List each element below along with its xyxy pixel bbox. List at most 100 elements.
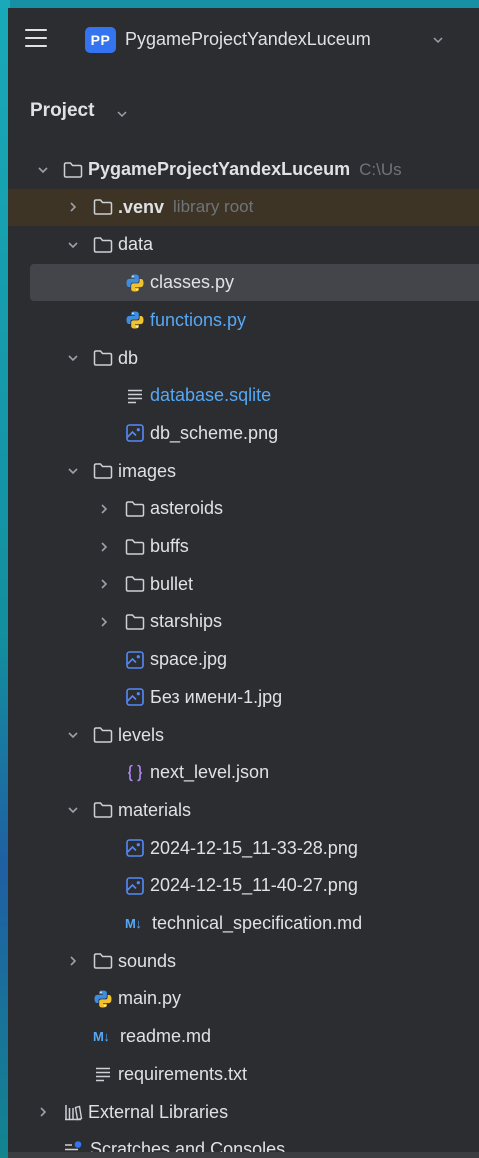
tree-item-label: readme.md bbox=[120, 1026, 212, 1047]
chevron-down-icon[interactable] bbox=[67, 340, 79, 377]
tree-item-content: asteroids bbox=[125, 490, 223, 527]
markdown-file-icon: M↓ bbox=[125, 916, 142, 931]
project-badge[interactable]: PP bbox=[85, 27, 116, 53]
tree-item-content: 2024-12-15_11-40-27.png bbox=[125, 867, 358, 904]
horizontal-scrollbar[interactable] bbox=[8, 1152, 479, 1158]
folder-icon bbox=[125, 538, 145, 556]
tree-item-label: levels bbox=[118, 724, 165, 745]
chevron-right-icon[interactable] bbox=[98, 566, 110, 603]
tree-item-content: classes.py bbox=[125, 264, 234, 301]
tree-row-database-sqlite[interactable]: database.sqlite bbox=[8, 377, 479, 414]
tree-item-content: sounds bbox=[93, 943, 176, 980]
tree-row-space-jpg[interactable]: space.jpg bbox=[8, 641, 479, 678]
tree-item-content: M↓ technical_specification.md bbox=[125, 905, 362, 942]
image-file-icon bbox=[125, 838, 145, 858]
tree-row-materials[interactable]: materials bbox=[8, 792, 479, 829]
tree-item-label: classes.py bbox=[150, 272, 235, 293]
folder-icon bbox=[93, 349, 113, 367]
tree-row-main-py[interactable]: main.py bbox=[8, 980, 479, 1017]
image-file-icon bbox=[125, 423, 145, 443]
tree-row-pygameprojectyandexluceum[interactable]: PygameProjectYandexLuceum C:\Us bbox=[8, 151, 479, 188]
tree-row-functions-py[interactable]: functions.py bbox=[8, 302, 479, 339]
tree-row-db-scheme-png[interactable]: db_scheme.png bbox=[8, 415, 479, 452]
tree-row-bullet[interactable]: bullet bbox=[8, 566, 479, 603]
chevron-down-icon[interactable] bbox=[67, 226, 79, 263]
tree-row-starships[interactable]: starships bbox=[8, 603, 479, 640]
external-libraries-icon bbox=[63, 1102, 83, 1122]
folder-icon bbox=[93, 801, 113, 819]
tree-row-technical-specification-md[interactable]: M↓ technical_specification.md bbox=[8, 905, 479, 942]
chevron-right-icon[interactable] bbox=[67, 943, 79, 980]
tree-item-content: External Libraries bbox=[63, 1094, 228, 1131]
chevron-down-icon[interactable] bbox=[67, 453, 79, 490]
tree-item-content: Без имени-1.jpg bbox=[125, 679, 282, 716]
tree-item-content: data bbox=[93, 226, 153, 263]
tree-item-label: main.py bbox=[118, 988, 182, 1009]
tree-item-content: space.jpg bbox=[125, 641, 227, 678]
chevron-down-icon[interactable] bbox=[67, 717, 79, 754]
tree-item-content: db_scheme.png bbox=[125, 415, 278, 452]
pane-title[interactable]: Project bbox=[30, 100, 94, 122]
chevron-right-icon[interactable] bbox=[98, 528, 110, 565]
tree-item-label: starships bbox=[150, 611, 223, 632]
project-tool-window: PP PygameProjectYandexLuceum Project Pyg… bbox=[8, 8, 479, 1158]
tree-item-content: db bbox=[93, 340, 138, 377]
tree-item-content: buffs bbox=[125, 528, 189, 565]
tree-item-content: main.py bbox=[93, 980, 181, 1017]
tree-item-label: Без имени-1.jpg bbox=[150, 686, 283, 707]
tree-row-external-libraries[interactable]: External Libraries bbox=[8, 1094, 479, 1131]
tree-row-readme-md[interactable]: M↓ readme.md bbox=[8, 1018, 479, 1055]
title-bar: PP PygameProjectYandexLuceum bbox=[8, 8, 479, 70]
tree-item-label: External Libraries bbox=[88, 1101, 229, 1122]
tree-row-asteroids[interactable]: asteroids bbox=[8, 490, 479, 527]
tree-row-без-имени-1-jpg[interactable]: Без имени-1.jpg bbox=[8, 679, 479, 716]
tree-item-label: database.sqlite bbox=[150, 385, 272, 406]
tree-item-label: requirements.txt bbox=[118, 1063, 248, 1084]
chevron-right-icon[interactable] bbox=[98, 603, 110, 640]
tree-row-levels[interactable]: levels bbox=[8, 717, 479, 754]
tree-row-venv[interactable]: .venv library root bbox=[8, 188, 479, 226]
tree-row-db[interactable]: db bbox=[8, 340, 479, 377]
folder-icon bbox=[125, 500, 145, 518]
folder-icon bbox=[93, 236, 113, 254]
tree-item-label: functions.py bbox=[150, 309, 247, 330]
chevron-down-icon[interactable] bbox=[67, 792, 79, 829]
tree-item-label: 2024-12-15_11-33-28.png bbox=[150, 837, 358, 858]
chevron-down-icon[interactable] bbox=[37, 151, 49, 188]
python-file-icon bbox=[125, 310, 145, 330]
chevron-down-icon[interactable] bbox=[116, 107, 128, 125]
tree-row-sounds[interactable]: sounds bbox=[8, 943, 479, 980]
chevron-right-icon[interactable] bbox=[37, 1094, 49, 1131]
tree-row-next-level-json[interactable]: next_level.json bbox=[8, 754, 479, 791]
tree-item-hint: library root bbox=[173, 197, 254, 217]
project-name[interactable]: PygameProjectYandexLuceum bbox=[125, 29, 371, 50]
tree-row-classes-py[interactable]: classes.py bbox=[30, 264, 479, 302]
tree-row-2024-12-15-11-33-28-png[interactable]: 2024-12-15_11-33-28.png bbox=[8, 830, 479, 867]
folder-icon bbox=[125, 575, 145, 593]
tree-row-buffs[interactable]: buffs bbox=[8, 528, 479, 565]
tree-item-content: bullet bbox=[125, 566, 193, 603]
folder-icon bbox=[93, 726, 113, 744]
tree-item-label: buffs bbox=[150, 536, 189, 556]
tree-item-label: db_scheme.png bbox=[150, 422, 279, 443]
tree-item-label: bullet bbox=[150, 573, 194, 594]
tree-row-images[interactable]: images bbox=[8, 453, 479, 490]
folder-icon bbox=[125, 613, 145, 631]
tree-row-requirements-txt[interactable]: requirements.txt bbox=[8, 1056, 479, 1093]
tree-item-label: data bbox=[118, 234, 154, 255]
tree-item-label: next_level.json bbox=[150, 762, 270, 783]
tree-item-content: images bbox=[93, 453, 176, 490]
chevron-right-icon[interactable] bbox=[67, 189, 79, 226]
tree-item-content: M↓ readme.md bbox=[93, 1018, 211, 1055]
tree-item-content: .venv library root bbox=[93, 189, 253, 226]
chevron-down-icon[interactable] bbox=[432, 33, 444, 51]
tree-item-label: db bbox=[118, 347, 139, 368]
main-menu-icon[interactable] bbox=[25, 29, 47, 47]
tree-row-2024-12-15-11-40-27-png[interactable]: 2024-12-15_11-40-27.png bbox=[8, 867, 479, 904]
image-file-icon bbox=[125, 876, 145, 896]
tree-row-data[interactable]: data bbox=[8, 226, 479, 263]
tree-item-content: levels bbox=[93, 717, 164, 754]
folder-icon bbox=[93, 462, 113, 480]
tree-item-label: materials bbox=[118, 799, 192, 820]
chevron-right-icon[interactable] bbox=[98, 490, 110, 527]
